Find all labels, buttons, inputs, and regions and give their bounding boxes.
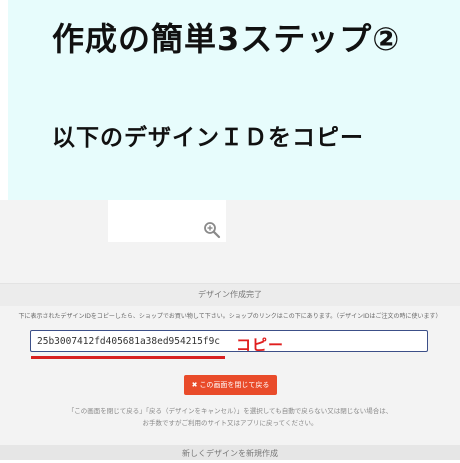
close-button-label: この画面を閉じて戻る [199, 381, 270, 389]
copy-annotation: コピー [236, 336, 285, 354]
zoom-in-icon[interactable] [203, 221, 221, 239]
banner-subtitle: 以下のデザインＩＤをコピー [52, 125, 364, 151]
design-id-field[interactable]: 25b3007412fd405681a38ed954215f9c [30, 330, 428, 352]
banner-title: 作成の簡単3ステップ② [52, 20, 401, 58]
footer-line-2: お手数ですがご利用のサイト又はアプリに戻ってください。 [142, 419, 318, 427]
highlight-underline [31, 356, 225, 359]
close-and-return-button[interactable]: ✖ この画面を閉じて戻る [184, 375, 277, 395]
design-id-value[interactable]: 25b3007412fd405681a38ed954215f9c [37, 336, 220, 347]
close-x-icon: ✖ [191, 381, 198, 389]
new-design-bar[interactable]: 新しくデザインを新規作成 [0, 445, 460, 460]
footer-line-1: 「この画面を閉じて戻る」「戻る（デザインをキャンセル）」を選択しても自動で戻らな… [67, 407, 393, 415]
footer-note: 「この画面を閉じて戻る」「戻る（デザインをキャンセル）」を選択しても自動で戻らな… [0, 405, 460, 429]
instruction-notice: 下に表示されたデザインIDをコピーしたら、ショップでお買い物して下さい。ショップ… [18, 313, 442, 320]
instruction-banner: 作成の簡単3ステップ② 以下のデザインＩＤをコピー [0, 0, 460, 200]
status-bar: デザイン作成完了 [0, 284, 460, 306]
